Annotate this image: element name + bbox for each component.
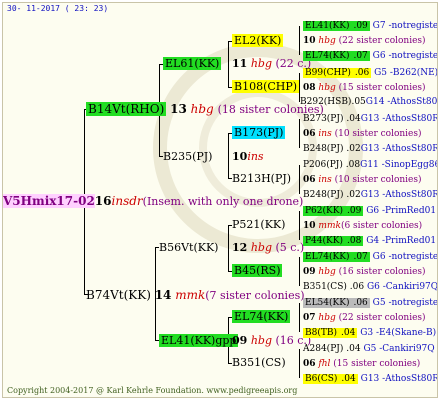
gen2-1-info: 10ins	[232, 150, 264, 163]
gen2-2[interactable]: B56Vt(KK)	[159, 241, 218, 255]
gen4-21[interactable]: A284(PJ) .04 G5 -Cankiri97Q	[303, 342, 435, 356]
gen4-14[interactable]: P44(KK) .08 G4 -PrimRed01	[303, 234, 436, 248]
gen2-3-info: 09 hbg (16 c.)	[232, 334, 312, 347]
gen4-18[interactable]: EL54(KK) .06 G5 -notregiste	[303, 296, 437, 310]
root-queen[interactable]: V5Hmix17-0216insdr(Insem. with only one …	[3, 194, 303, 209]
gen4-10: 06 ins (10 sister colonies)	[303, 175, 422, 185]
gen3-0[interactable]: EL2(KK)	[232, 34, 284, 48]
copyright-footer: Copyright 2004-2017 @ Karl Kehrle Founda…	[7, 386, 298, 395]
gen1-top-num: 13	[170, 102, 187, 116]
gen4-7: 06 ins (10 sister colonies)	[303, 129, 422, 139]
gen3-6[interactable]: EL74(KK)	[232, 310, 291, 324]
root-mark: insdr	[111, 194, 143, 208]
gen4-15[interactable]: EL74(KK) .07 G6 -notregiste	[303, 250, 437, 264]
gen4-16: 09 hbg (16 sister colonies)	[303, 267, 426, 277]
gen2-1[interactable]: B235(PJ)	[163, 150, 212, 164]
gen1-bottom[interactable]: B74Vt(KK) 14 mmk(7 sister colonies)	[86, 288, 305, 303]
date-stamp: 30- 11-2017 ( 23: 23)	[7, 4, 109, 13]
root-note: (Insem. with only one drone)	[142, 195, 304, 208]
gen1-bottom-num: 14	[154, 288, 172, 302]
gen4-11[interactable]: B248(PJ) .02G13 -AthosSt80R	[303, 188, 437, 202]
gen2-2-info: 12 hbg (5 c.)	[232, 241, 305, 254]
gen4-8[interactable]: B248(PJ) .02G13 -AthosSt80R	[303, 142, 437, 156]
gen4-4: 08 hbg (15 sister colonies)	[303, 83, 426, 93]
gen4-13: 10 mmk(6 sister colonies)	[303, 221, 423, 231]
gen3-1[interactable]: B108(CHP)	[232, 80, 300, 94]
gen4-0[interactable]: EL41(KK) .09 G7 -notregiste	[303, 19, 437, 33]
gen3-3[interactable]: B213H(PJ)	[232, 172, 291, 186]
gen3-7[interactable]: B351(CS)	[232, 356, 286, 370]
gen4-22: 06 fhl (15 sister colonies)	[303, 359, 421, 369]
gen4-12[interactable]: P62(KK) .09 G6 -PrimRed01	[303, 204, 436, 218]
gen3-4[interactable]: P521(KK)	[232, 218, 285, 232]
pedigree-chart: 30- 11-2017 ( 23: 23) V5Hmix17-0216insdr…	[2, 2, 438, 398]
gen1-top-mark: hbg	[190, 102, 214, 116]
gen4-6[interactable]: B273(PJ) .04G13 -AthosSt80R	[303, 112, 437, 126]
gen4-19: 07 hbg (22 sister colonies)	[303, 313, 426, 323]
gen4-5[interactable]: B292(HSB).05G14 -AthosSt80R	[300, 95, 437, 109]
gen4-1: 10 hbg (22 sister colonies)	[303, 36, 426, 46]
gen1-bottom-note: (7 sister colonies)	[205, 289, 305, 302]
gen4-9[interactable]: P206(PJ) .08G11 -SinopEgg86R	[303, 158, 437, 172]
gen2-3[interactable]: EL41(KK)gpp	[159, 334, 239, 348]
gen3-5[interactable]: B45(RS)	[232, 264, 283, 278]
gen4-2[interactable]: EL74(KK) .07 G6 -notregiste	[303, 49, 437, 63]
gen2-0-info: 11 hbg (22 c.)	[232, 57, 312, 70]
gen1-top[interactable]: B14Vt(RHO) 13 hbg (18 sister colonies)	[86, 102, 324, 117]
gen4-17[interactable]: B351(CS) .06 G6 -Cankiri97Q	[303, 280, 437, 294]
gen4-20[interactable]: B8(TB) .04 G3 -E4(Skane-B)	[303, 326, 436, 340]
gen4-23[interactable]: B6(CS) .04 G13 -AthosSt80R	[303, 372, 437, 386]
gen3-2[interactable]: B173(PJ)	[232, 126, 286, 140]
gen1-bottom-id: B74Vt(KK)	[86, 288, 151, 302]
root-id: V5Hmix17-02	[3, 194, 95, 208]
gen1-top-id: B14Vt(RHO)	[86, 102, 167, 116]
gen4-3[interactable]: B99(CHP) .06 G5 -B262(NE)	[303, 66, 437, 80]
gen2-0[interactable]: EL61(KK)	[163, 57, 222, 71]
root-gen: 16	[94, 194, 112, 208]
gen1-bottom-mark: mmk	[175, 288, 206, 302]
